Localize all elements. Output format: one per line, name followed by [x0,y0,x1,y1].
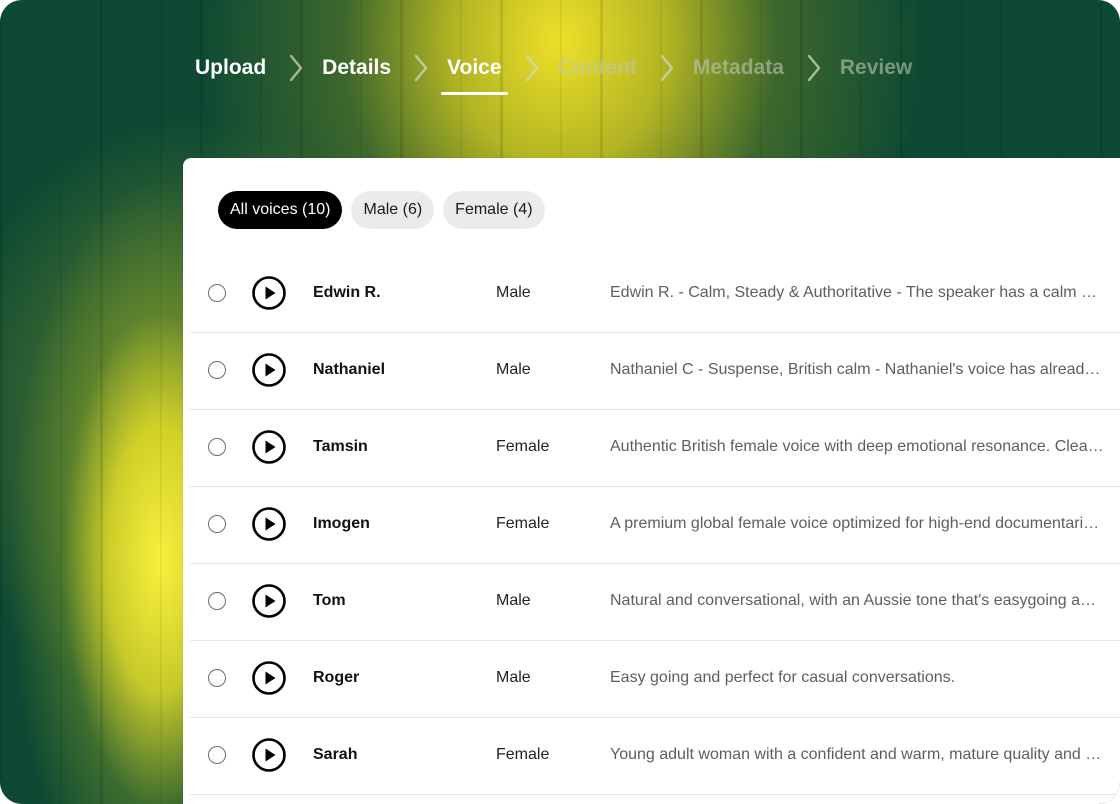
voice-gender: Male [496,669,531,686]
voice-gender: Male [496,284,531,301]
voice-description: Authentic British female voice with deep… [610,438,1104,455]
step-review[interactable]: Review [840,56,912,80]
voice-filter-chips: All voices (10) Male (6) Female (4) [218,191,545,229]
voice-list: Edwin R. Male Edwin R. - Calm, Steady & … [190,256,1120,795]
voice-gender: Male [496,592,531,609]
voice-row[interactable]: Sarah Female Young adult woman with a co… [190,718,1120,795]
voice-gender: Female [496,746,550,763]
play-circle-icon[interactable] [252,584,286,618]
stepper: Upload Details Voice Content Metadata Re… [195,48,912,95]
play-circle-icon[interactable] [252,507,286,541]
voice-name: Imogen [313,515,370,532]
voice-name: Edwin R. [313,284,381,301]
voice-name: Tom [313,592,346,609]
step-metadata[interactable]: Metadata [693,56,784,80]
play-circle-icon[interactable] [252,430,286,464]
step-upload[interactable]: Upload [195,56,266,80]
voice-name: Tamsin [313,438,368,455]
voice-gender: Female [496,438,550,455]
voice-description: A premium global female voice optimized … [610,515,1104,532]
voice-row[interactable]: Imogen Female A premium global female vo… [190,487,1120,564]
chevron-right-icon [649,54,685,82]
play-circle-icon[interactable] [252,353,286,387]
play-circle-icon[interactable] [252,661,286,695]
play-circle-icon[interactable] [252,738,286,772]
voice-gender: Male [496,361,531,378]
radio-unselected-icon[interactable] [208,515,226,533]
voice-row[interactable]: Tom Male Natural and conversational, wit… [190,564,1120,641]
radio-unselected-icon[interactable] [208,361,226,379]
voice-description: Young adult woman with a confident and w… [610,746,1104,763]
voice-row[interactable]: Roger Male Easy going and perfect for ca… [190,641,1120,718]
radio-unselected-icon[interactable] [208,284,226,302]
chevron-right-icon [403,54,439,82]
voice-description: Easy going and perfect for casual conver… [610,669,956,686]
step-content[interactable]: Content [558,56,637,80]
voice-row[interactable]: Tamsin Female Authentic British female v… [190,410,1120,487]
chevron-right-icon [796,54,832,82]
chevron-right-icon [514,54,550,82]
radio-unselected-icon[interactable] [208,592,226,610]
voice-description: Edwin R. - Calm, Steady & Authoritative … [610,284,1104,301]
voice-gender: Female [496,515,550,532]
app-window: Upload Details Voice Content Metadata Re… [0,0,1120,804]
voice-name: Nathaniel [313,361,386,378]
voice-description: Natural and conversational, with an Auss… [610,592,1104,609]
voice-name: Sarah [313,746,358,763]
radio-unselected-icon[interactable] [208,746,226,764]
voice-name: Roger [313,669,360,686]
filter-all-voices[interactable]: All voices (10) [218,191,343,229]
radio-unselected-icon[interactable] [208,438,226,456]
voice-row[interactable]: Edwin R. Male Edwin R. - Calm, Steady & … [190,256,1120,333]
filter-male[interactable]: Male (6) [351,191,435,229]
step-voice[interactable]: Voice [440,56,509,95]
voice-panel: All voices (10) Male (6) Female (4) Edwi… [183,158,1120,804]
play-circle-icon[interactable] [252,276,286,310]
radio-unselected-icon[interactable] [208,669,226,687]
step-details[interactable]: Details [322,56,391,80]
filter-female[interactable]: Female (4) [443,191,545,229]
voice-description: Nathaniel C - Suspense, British calm - N… [610,361,1104,378]
voice-row[interactable]: Nathaniel Male Nathaniel C - Suspense, B… [190,333,1120,410]
chevron-right-icon [278,54,314,82]
